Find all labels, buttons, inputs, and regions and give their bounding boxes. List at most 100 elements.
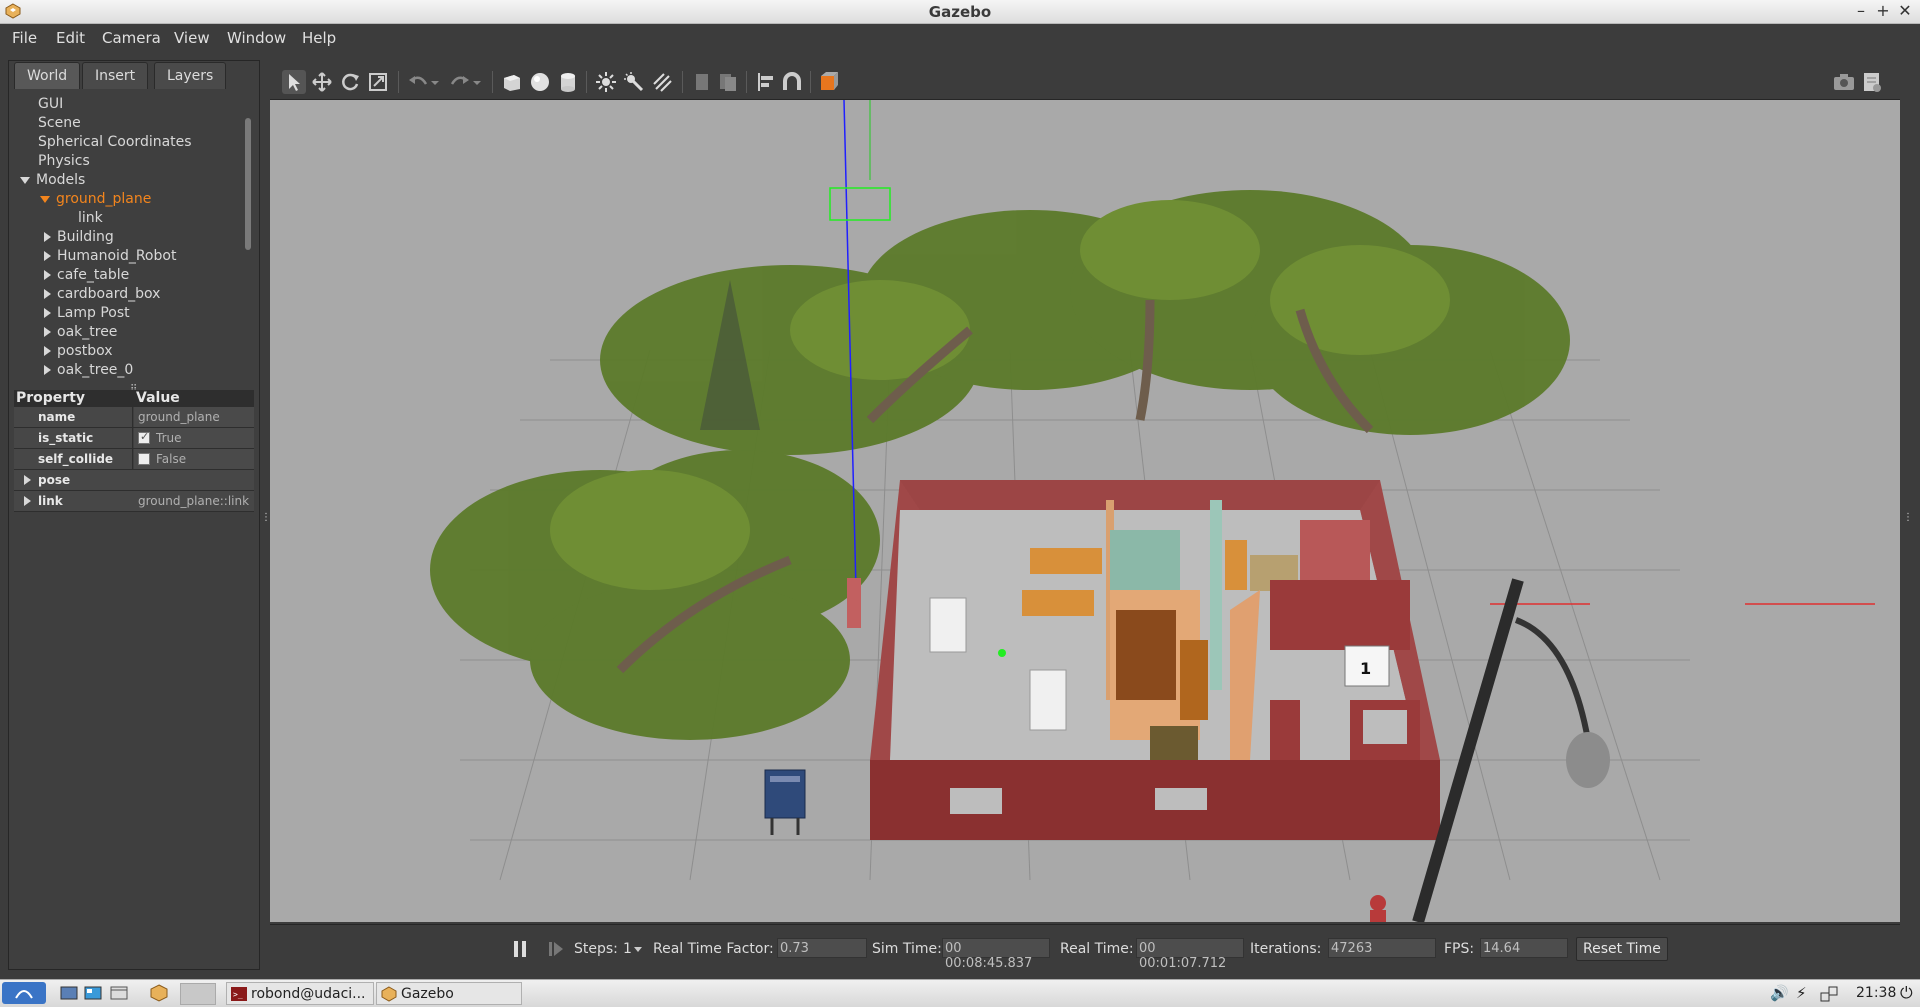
window-list-icon[interactable] xyxy=(110,984,128,1002)
menu-file[interactable]: File xyxy=(12,29,37,47)
log-icon[interactable] xyxy=(1860,70,1884,94)
iterations-label: Iterations: xyxy=(1250,941,1322,957)
tree-item-cardboard-box[interactable]: cardboard_box xyxy=(44,286,160,305)
step-icon[interactable] xyxy=(548,940,564,958)
tree-item-postbox[interactable]: postbox xyxy=(44,343,113,362)
expand-arrow-icon[interactable] xyxy=(24,496,31,506)
tree-item-models[interactable]: Models xyxy=(20,172,85,191)
property-key: link xyxy=(38,494,63,508)
start-menu-icon[interactable] xyxy=(2,982,46,1004)
pause-icon[interactable] xyxy=(512,940,528,958)
collapse-arrow-icon[interactable] xyxy=(44,251,51,261)
checkbox-icon[interactable] xyxy=(138,430,150,444)
box-icon[interactable] xyxy=(500,70,524,94)
property-group-link[interactable]: link ground_plane::link xyxy=(14,491,254,512)
volume-icon[interactable]: 🔊 xyxy=(1770,984,1789,1002)
cylinder-icon[interactable] xyxy=(556,70,580,94)
select-icon[interactable] xyxy=(282,70,306,94)
tree-item-gui[interactable]: GUI xyxy=(38,96,63,115)
copy-icon[interactable] xyxy=(690,70,714,94)
redo-icon[interactable] xyxy=(448,70,472,94)
tree-item-label: Lamp Post xyxy=(57,305,130,321)
network-icon[interactable] xyxy=(1820,985,1838,1003)
steps-dropdown-icon[interactable] xyxy=(634,947,642,953)
rotate-icon[interactable] xyxy=(338,70,362,94)
tree-item-oak-tree[interactable]: oak_tree xyxy=(44,324,117,343)
tree-item-oak-tree-0[interactable]: oak_tree_0 xyxy=(44,362,133,381)
terminal-icon: >_ xyxy=(231,987,247,1001)
menu-window[interactable]: Window xyxy=(227,29,286,47)
svg-text:1: 1 xyxy=(1360,659,1371,678)
3d-viewport[interactable]: 1 xyxy=(270,100,1900,922)
close-icon[interactable]: ✕ xyxy=(1896,1,1914,20)
gazebo-launcher-icon[interactable] xyxy=(150,984,168,1002)
tab-insert[interactable]: Insert xyxy=(82,62,149,89)
toolbar-separator xyxy=(682,71,683,93)
title-bar: Gazebo – + ✕ xyxy=(0,0,1920,24)
point-light-icon[interactable] xyxy=(594,70,618,94)
directional-light-icon[interactable] xyxy=(650,70,674,94)
tree-item-spherical-coordinates[interactable]: Spherical Coordinates xyxy=(38,134,192,153)
translate-icon[interactable] xyxy=(310,70,334,94)
battery-icon[interactable]: ⚡ xyxy=(1796,984,1807,1002)
sim-time-label: Sim Time: xyxy=(872,941,942,957)
menu-help[interactable]: Help xyxy=(302,29,336,47)
tree-scrollbar[interactable] xyxy=(245,118,251,250)
tab-layers[interactable]: Layers xyxy=(154,62,227,89)
collapse-arrow-icon[interactable] xyxy=(44,365,51,375)
right-splitter-handle[interactable]: ⋮ xyxy=(1903,512,1913,523)
menu-camera[interactable]: Camera xyxy=(102,29,161,47)
steps-value[interactable]: 1 xyxy=(623,941,632,957)
workspace-switcher[interactable] xyxy=(180,983,216,1005)
collapse-arrow-icon[interactable] xyxy=(44,289,51,299)
tab-world[interactable]: World xyxy=(14,62,81,89)
window-title: Gazebo xyxy=(928,3,992,21)
menu-edit[interactable]: Edit xyxy=(56,29,85,47)
tree-item-building[interactable]: Building xyxy=(44,229,114,248)
tree-item-ground-plane[interactable]: ground_plane xyxy=(40,191,151,210)
sphere-icon[interactable] xyxy=(528,70,552,94)
humanoid-robot-model xyxy=(1370,895,1386,922)
collapse-arrow-icon[interactable] xyxy=(44,270,51,280)
toolbar-separator xyxy=(492,71,493,93)
file-manager-icon[interactable] xyxy=(84,984,102,1002)
tree-item-humanoid-robot[interactable]: Humanoid_Robot xyxy=(44,248,176,267)
tree-item-physics[interactable]: Physics xyxy=(38,153,90,172)
tree-item-link[interactable]: link xyxy=(78,210,103,229)
scene-render[interactable]: 1 xyxy=(270,100,1900,922)
redo-dropdown-icon[interactable] xyxy=(470,70,484,94)
collapse-arrow-icon[interactable] xyxy=(44,327,51,337)
collapse-arrow-icon[interactable] xyxy=(44,346,51,356)
undo-dropdown-icon[interactable] xyxy=(428,70,442,94)
spot-light-icon[interactable] xyxy=(622,70,646,94)
tree-item-scene[interactable]: Scene xyxy=(38,115,81,134)
snap-icon[interactable] xyxy=(780,70,804,94)
screenshot-icon[interactable] xyxy=(1832,70,1856,94)
expand-arrow-icon[interactable] xyxy=(20,176,30,184)
align-icon[interactable] xyxy=(754,70,778,94)
power-icon[interactable]: ⏻ xyxy=(1900,983,1913,1003)
taskbar-gazebo[interactable]: Gazebo xyxy=(376,982,522,1005)
show-desktop-icon[interactable] xyxy=(60,984,78,1002)
checkbox-icon[interactable] xyxy=(138,453,150,465)
paste-icon[interactable] xyxy=(716,70,740,94)
property-value: ground_plane::link xyxy=(138,494,250,508)
tree-item-cafe-table[interactable]: cafe_table xyxy=(44,267,129,286)
property-row-self-collide: self_collide False xyxy=(14,449,254,470)
minimize-icon[interactable]: – xyxy=(1852,1,1870,20)
collapse-arrow-icon[interactable] xyxy=(44,232,51,242)
undo-icon[interactable] xyxy=(406,70,430,94)
collapse-arrow-icon[interactable] xyxy=(44,308,51,318)
maximize-icon[interactable]: + xyxy=(1874,1,1892,20)
expand-arrow-icon[interactable] xyxy=(40,195,50,203)
property-value[interactable]: ground_plane xyxy=(134,407,254,427)
expand-arrow-icon[interactable] xyxy=(24,475,31,485)
menu-view[interactable]: View xyxy=(174,29,210,47)
tree-item-lamp-post[interactable]: Lamp Post xyxy=(44,305,130,324)
scale-icon[interactable] xyxy=(366,70,390,94)
reset-time-button[interactable]: Reset Time xyxy=(1576,937,1668,961)
taskbar-terminal[interactable]: >_ robond@udaci... xyxy=(226,982,374,1005)
view-angle-icon[interactable] xyxy=(818,70,842,94)
property-group-pose[interactable]: pose xyxy=(14,470,254,491)
property-header: Property Value xyxy=(14,390,254,407)
